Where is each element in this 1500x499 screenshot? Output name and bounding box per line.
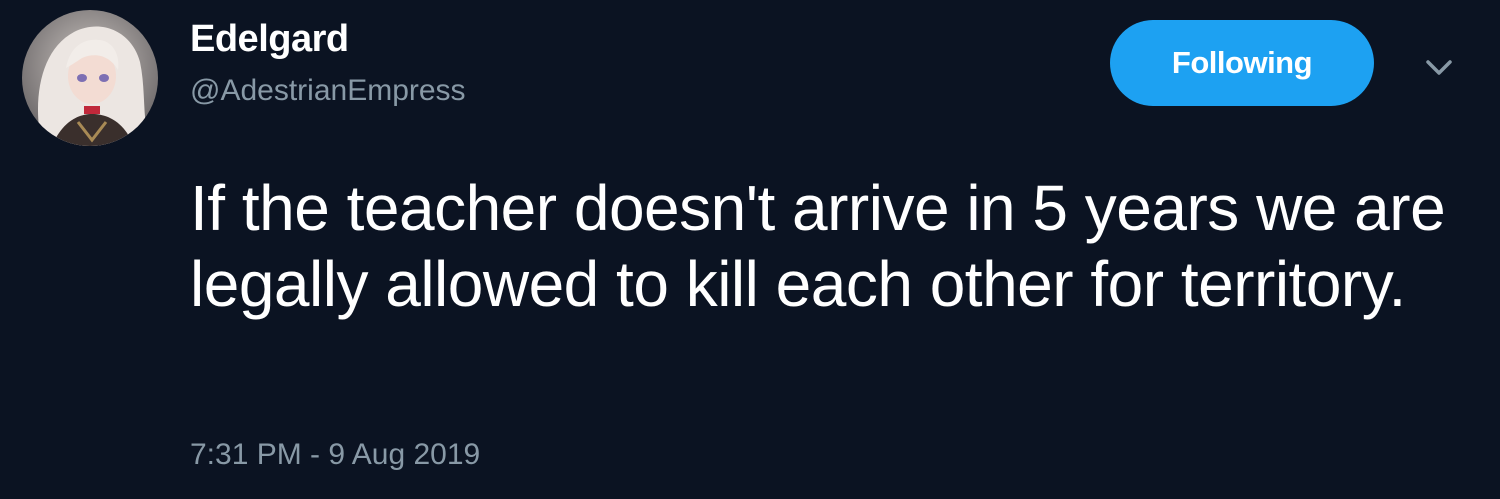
avatar-image [22,10,158,146]
following-button[interactable]: Following [1110,20,1374,106]
tweet-card: Edelgard @AdestrianEmpress Following If … [0,0,1500,499]
tweet-text: If the teacher doesn't arrive in 5 years… [190,172,1446,320]
avatar[interactable] [22,10,158,146]
tweet-timestamp[interactable]: 7:31 PM - 9 Aug 2019 [190,438,480,472]
chevron-down-icon[interactable] [1420,52,1458,84]
display-name[interactable]: Edelgard [190,18,349,61]
user-handle[interactable]: @AdestrianEmpress [190,74,466,108]
